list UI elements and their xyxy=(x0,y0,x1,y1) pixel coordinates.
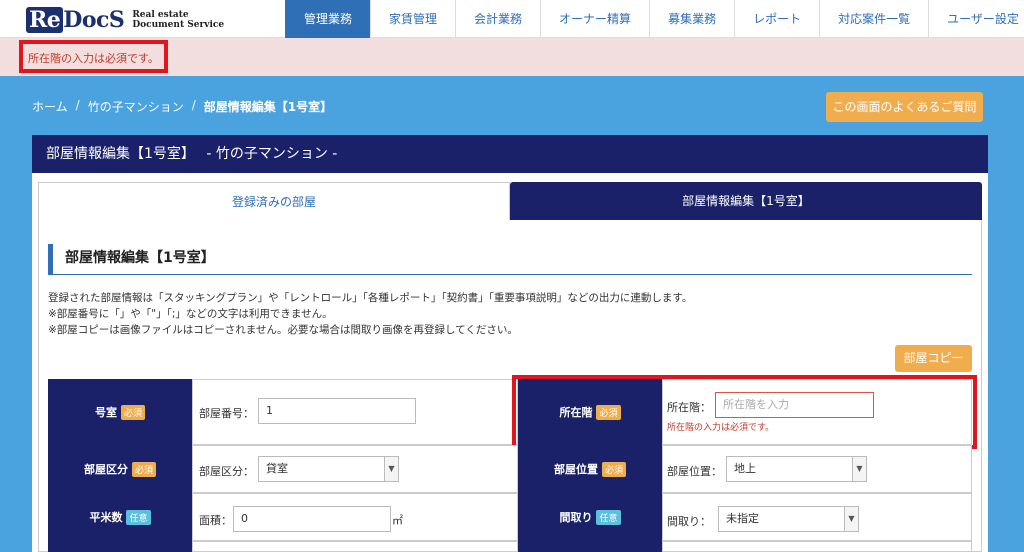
area-input[interactable]: 0 xyxy=(233,506,391,532)
highlight-box-alert xyxy=(19,40,168,73)
logo-wordmark: Re DocS xyxy=(26,7,125,33)
logo-re: Re xyxy=(26,7,64,33)
chevron-down-icon: ▼ xyxy=(852,457,866,481)
position-label: 部屋位置： xyxy=(667,465,722,478)
breadcrumb-separator: / xyxy=(75,98,80,112)
nav-item-accounting[interactable]: 会計業務 xyxy=(455,0,540,38)
room-no-input[interactable]: 1 xyxy=(258,398,416,424)
position-select-value: 地上 xyxy=(734,462,756,475)
chevron-down-icon: ▼ xyxy=(384,457,398,481)
nav-item-cases[interactable]: 対応案件一覧 xyxy=(819,0,928,38)
layout-select[interactable]: 未指定 ▼ xyxy=(718,506,859,532)
nav-item-owner-settlement[interactable]: オーナー精算 xyxy=(540,0,649,38)
header-room-type: 部屋区分 必須 xyxy=(48,445,192,493)
nav-item-recruitment[interactable]: 募集業務 xyxy=(649,0,734,38)
room-copy-button[interactable]: 部屋コピー xyxy=(895,345,972,372)
required-badge: 必須 xyxy=(131,461,156,477)
main-nav: 管理業務 家賃管理 会計業務 オーナー精算 募集業務 レポート 対応案件一覧 ユ… xyxy=(285,0,1024,38)
room-type-select[interactable]: 貸室 ▼ xyxy=(258,456,399,482)
breadcrumb-current: 部屋情報編集【1号室】 xyxy=(203,100,333,114)
layout-label: 間取り： xyxy=(667,515,711,528)
optional-badge: 任意 xyxy=(126,509,151,525)
required-badge: 必須 xyxy=(601,461,626,477)
optional-badge: 任意 xyxy=(596,509,621,525)
area-label: 面積： xyxy=(199,514,232,527)
breadcrumb-home[interactable]: ホーム xyxy=(32,98,68,115)
top-bar: Re DocS Real estate Document Service 管理業務 … xyxy=(0,0,1024,38)
faq-button[interactable]: この画面のよくあるご質問 xyxy=(826,92,983,122)
breadcrumb: ホーム / 竹の子マンション / 部屋情報編集【1号室】 xyxy=(32,98,332,115)
nav-item-rent[interactable]: 家賃管理 xyxy=(370,0,455,38)
area-unit: ㎡ xyxy=(392,514,403,527)
required-badge: 必須 xyxy=(120,404,145,420)
room-type-select-value: 貸室 xyxy=(266,462,288,475)
breadcrumb-property[interactable]: 竹の子マンション xyxy=(88,98,184,115)
description-line: 登録された部屋情報は「スタッキングプラン」や「レントロール」「各種レポート」「契… xyxy=(48,292,693,304)
header-next-row xyxy=(48,541,192,552)
description-line: ※部屋番号に「」や「"」「;」などの文字は利用できません。 xyxy=(48,308,333,320)
description-line: ※部屋コピーは画像ファイルはコピーされません。必要な場合は間取り画像を再登録して… xyxy=(48,324,518,336)
header-room-no: 号室 必須 xyxy=(48,379,192,445)
nav-item-management[interactable]: 管理業務 xyxy=(285,0,371,38)
header-position-label: 部屋位置 xyxy=(553,463,598,476)
header-layout-label: 間取り xyxy=(559,511,593,524)
header-layout: 間取り 任意 xyxy=(518,493,662,541)
section-title: 部屋情報編集【1号室】 xyxy=(48,244,972,275)
logo-subtitle-line2: Document Service xyxy=(132,20,225,30)
header-area-label: 平米数 xyxy=(89,511,123,524)
header-position: 部屋位置 必須 xyxy=(518,445,662,493)
header-room-no-label: 号室 xyxy=(94,406,117,419)
room-type-label: 部屋区分： xyxy=(199,465,254,478)
next-row-cell xyxy=(192,541,518,552)
room-no-label: 部屋番号： xyxy=(199,407,254,420)
panel-title: 部屋情報編集【1号室】 - 竹の子マンション - xyxy=(32,135,988,173)
breadcrumb-separator: / xyxy=(191,98,196,112)
layout-select-value: 未指定 xyxy=(726,512,759,525)
redocs-logo[interactable]: Re DocS Real estate Document Service xyxy=(26,5,224,35)
logo-docs: DocS xyxy=(63,7,125,33)
logo-subtitle: Real estate Document Service xyxy=(132,10,224,30)
chevron-down-icon: ▼ xyxy=(844,507,858,531)
position-select[interactable]: 地上 ▼ xyxy=(726,456,867,482)
nav-item-user-settings[interactable]: ユーザー設定 xyxy=(928,0,1024,38)
nav-item-report[interactable]: レポート xyxy=(734,0,819,38)
header-room-type-label: 部屋区分 xyxy=(83,463,128,476)
logo-subtitle-line1: Real estate xyxy=(132,10,189,20)
next-row-cell xyxy=(662,541,972,552)
tab-registered-rooms[interactable]: 登録済みの部屋 xyxy=(38,182,510,220)
header-next-row xyxy=(518,541,662,552)
header-area: 平米数 任意 xyxy=(48,493,192,541)
tab-room-edit[interactable]: 部屋情報編集【1号室】 xyxy=(510,182,982,220)
highlight-box-floor xyxy=(512,375,977,449)
